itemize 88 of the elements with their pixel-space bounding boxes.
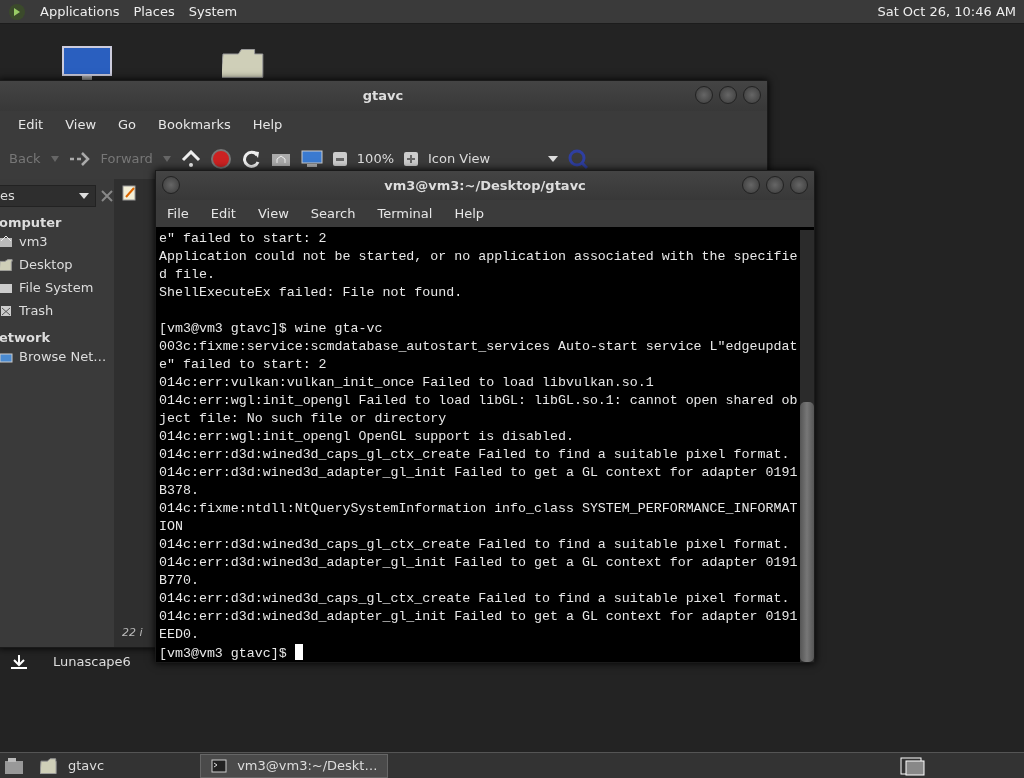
menu-item[interactable]: Bookmarks <box>147 115 242 135</box>
window-title: gtavc <box>362 87 404 106</box>
sidebar-item[interactable]: vm3 <box>0 230 114 253</box>
terminal-line: 014c:err:wgl:init_opengl Failed to load libGL: libGL.so.1: cannot open shared ob <box>159 392 798 410</box>
sidebar-item[interactable]: File System <box>0 276 114 299</box>
download-icon[interactable] <box>10 653 28 670</box>
terminal-line: 014c:err:vulkan:vulkan_init_once Failed to load libvulkan.so.1 <box>159 374 655 392</box>
up-arrow-icon[interactable] <box>180 150 201 168</box>
home-icon <box>0 235 13 248</box>
show-desktop-icon[interactable] <box>4 756 24 775</box>
note-icon <box>122 185 136 201</box>
window-control-button[interactable] <box>766 176 784 194</box>
terminal-line: ShellExecuteEx failed: File not found. <box>159 284 464 302</box>
terminal-line: Application could not be started, or no application associated with the specifie <box>159 248 798 266</box>
network-icon <box>0 350 13 363</box>
panel-menu[interactable]: System <box>188 1 238 22</box>
terminal-line: d file. <box>159 266 216 284</box>
terminal-line: [vm3@vm3 gtavc]$ wine gta-vc <box>159 320 384 338</box>
panel-menu[interactable]: Places <box>133 1 175 22</box>
window-control-button[interactable] <box>790 176 808 194</box>
terminal-line: 003c:fixme:service:scmdatabase_autostart_services Auto-start service L"edgeupdat <box>159 338 798 356</box>
terminal-prompt: [vm3@vm3 gtavc]$ <box>159 646 287 661</box>
menu-item[interactable]: Edit <box>7 115 55 135</box>
terminal-line: ION <box>159 518 184 536</box>
clock[interactable]: Sat Oct 26, 10:46 AM <box>877 1 1016 22</box>
menu-item[interactable]: Edit <box>199 203 247 224</box>
sidebar-heading: etwork <box>0 329 52 345</box>
menu-item[interactable]: View <box>246 203 300 224</box>
folder-icon[interactable] <box>0 258 13 271</box>
terminal-line: 014c:err:d3d:wined3d_caps_gl_ctx_create Failed to find a suitable pixel format. <box>159 590 791 608</box>
monitor-icon[interactable] <box>62 46 112 82</box>
desktop-icon-label[interactable]: Lunascape6 <box>53 652 131 672</box>
computer-icon[interactable] <box>300 150 323 168</box>
terminal-line: ject file: No such file or directory <box>159 410 448 428</box>
view-selector[interactable]: Icon View <box>428 149 538 169</box>
terminal-line: B378. <box>159 482 200 500</box>
status-text: 22 i <box>122 624 143 641</box>
window-title: vm3@vm3:~/Desktop/gtavc <box>384 176 586 195</box>
zoom-in-icon[interactable] <box>404 152 418 166</box>
sidebar-item[interactable]: Browse Net… <box>0 345 114 368</box>
forward-arrow-icon[interactable] <box>68 151 91 167</box>
menu-item[interactable]: File <box>156 203 200 224</box>
window-control-button[interactable] <box>742 176 760 194</box>
sidebar-heading: omputer <box>0 214 63 230</box>
terminal-line: e" failed to start: 2 <box>159 230 328 248</box>
workspace-switcher-icon[interactable] <box>900 755 926 776</box>
terminal-line: 014c:err:d3d:wined3d_adapter_gl_init Failed to get a GL context for adapter 0191 <box>159 554 798 572</box>
folder-icon[interactable] <box>222 48 266 78</box>
menu-item[interactable]: Search <box>299 203 367 224</box>
menu-item[interactable]: Go <box>107 115 148 135</box>
menu-item[interactable]: Help <box>443 203 496 224</box>
window-control-button[interactable] <box>162 176 180 194</box>
scrollbar-thumb[interactable] <box>800 402 814 662</box>
panel-menu[interactable]: Applications <box>40 1 120 22</box>
sidebar-item[interactable]: Desktop <box>0 253 114 276</box>
window-control-button[interactable] <box>743 86 761 104</box>
folder-icon[interactable] <box>40 757 58 774</box>
menu-item[interactable]: Help <box>241 115 294 135</box>
terminal-line: 014c:err:d3d:wined3d_caps_gl_ctx_create Failed to find a suitable pixel format. <box>159 536 791 554</box>
terminal-line: 014c:err:d3d:wined3d_adapter_gl_init Failed to get a GL context for adapter 0191 <box>159 608 798 626</box>
close-icon[interactable] <box>100 189 114 203</box>
terminal-line: 014c:err:d3d:wined3d_adapter_gl_init Failed to get a GL context for adapter 0191 <box>159 464 798 482</box>
terminal-line: 014c:err:wgl:init_opengl OpenGL support is disabled. <box>159 428 575 446</box>
home-folder-icon[interactable] <box>270 151 291 167</box>
terminal-line: e" failed to start: 2 <box>159 356 328 374</box>
terminal-line: EED0. <box>159 626 200 644</box>
terminal-line: B770. <box>159 572 200 590</box>
taskbar-button[interactable]: vm3@vm3:~/Deskt… <box>200 753 389 778</box>
window-control-button[interactable] <box>719 86 737 104</box>
trash-icon <box>0 304 13 317</box>
sidebar-selector[interactable]: es <box>0 185 96 207</box>
window-control-button[interactable] <box>695 86 713 104</box>
drive-icon <box>0 281 13 294</box>
text-cursor <box>294 644 303 660</box>
menu-item[interactable]: View <box>54 115 108 135</box>
taskbar-button[interactable]: gtavc <box>30 753 115 778</box>
sidebar-item[interactable]: Trash <box>0 299 114 322</box>
stop-icon[interactable] <box>210 149 231 169</box>
reload-icon[interactable] <box>240 149 261 169</box>
caret-icon <box>79 193 89 199</box>
menu-item[interactable]: Terminal <box>366 203 444 224</box>
zoom-level: 100% <box>356 150 394 169</box>
distro-logo-icon[interactable] <box>8 2 26 21</box>
zoom-out-icon[interactable] <box>332 152 347 166</box>
caret-icon[interactable] <box>548 156 558 162</box>
terminal-icon <box>211 758 228 773</box>
terminal-line: 014c:err:d3d:wined3d_caps_gl_ctx_create Failed to find a suitable pixel format. <box>159 446 791 464</box>
terminal-line: 014c:fixme:ntdll:NtQuerySystemInformation info_class SYSTEM_PERFORMANCE_INFORMAT <box>159 500 798 518</box>
